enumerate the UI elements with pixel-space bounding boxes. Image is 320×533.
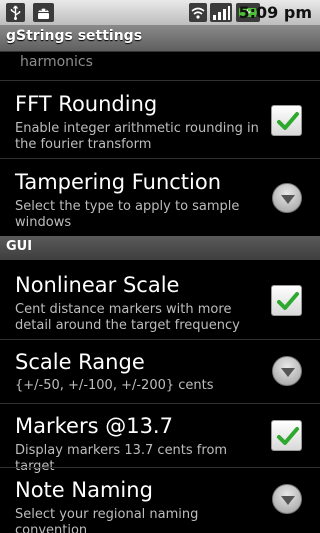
pref-title: Markers @13.7 xyxy=(15,414,173,438)
preference-list[interactable]: harmonics FFT Rounding Enable integer ar… xyxy=(0,52,320,533)
pref-scale-range[interactable]: Scale Range {+/-50, +/-100, +/-200} cent… xyxy=(0,340,320,403)
signal-icon xyxy=(210,3,232,22)
pref-tampering-function[interactable]: Tampering Function Select the type to ap… xyxy=(0,159,320,236)
note-naming-dropdown[interactable] xyxy=(272,484,302,514)
usb-icon xyxy=(6,3,25,22)
check-icon xyxy=(277,112,299,130)
nonlinear-scale-checkbox[interactable] xyxy=(271,285,302,316)
category-header-gui: GUI xyxy=(0,236,320,260)
check-icon xyxy=(277,292,299,310)
pref-summary: {+/-50, +/-100, +/-200} cents xyxy=(15,378,214,393)
list-item-harmonics-partial[interactable]: harmonics xyxy=(20,54,93,70)
pref-summary: Cent distance markers with more detail a… xyxy=(15,302,240,333)
chevron-down-icon xyxy=(281,368,295,377)
pref-title: Tampering Function xyxy=(15,170,222,194)
pref-markers-13-7[interactable]: Markers @13.7 Display markers 13.7 cents… xyxy=(0,404,320,474)
android-debug-icon xyxy=(33,3,54,22)
pref-note-naming[interactable]: Note Naming Select your regional naming … xyxy=(0,468,320,533)
clock-time: 5:09 pm xyxy=(238,3,313,22)
title-bar: gStrings settings xyxy=(0,25,320,52)
wifi-icon xyxy=(189,3,207,22)
scale-range-dropdown[interactable] xyxy=(272,356,302,386)
markers-checkbox[interactable] xyxy=(271,420,302,451)
status-bar: 5:09 pm xyxy=(0,0,320,25)
pref-title: Nonlinear Scale xyxy=(15,273,180,297)
tampering-function-dropdown[interactable] xyxy=(272,183,302,213)
pref-summary: Select the type to apply to sample windo… xyxy=(15,199,240,230)
pref-summary: Select your regional naming convention xyxy=(15,507,199,533)
check-icon xyxy=(277,427,299,445)
pref-title: Scale Range xyxy=(15,350,145,374)
pref-summary: Enable integer arithmetic rounding in th… xyxy=(15,121,259,152)
pref-nonlinear-scale[interactable]: Nonlinear Scale Cent distance markers wi… xyxy=(0,261,320,339)
chevron-down-icon xyxy=(281,496,295,505)
category-label: GUI xyxy=(6,239,33,254)
pref-fft-rounding[interactable]: FFT Rounding Enable integer arithmetic r… xyxy=(0,81,320,158)
pref-title: Note Naming xyxy=(15,478,153,502)
fft-rounding-checkbox[interactable] xyxy=(271,105,302,136)
pref-title: FFT Rounding xyxy=(15,92,158,116)
chevron-down-icon xyxy=(281,195,295,204)
page-title: gStrings settings xyxy=(6,28,143,44)
